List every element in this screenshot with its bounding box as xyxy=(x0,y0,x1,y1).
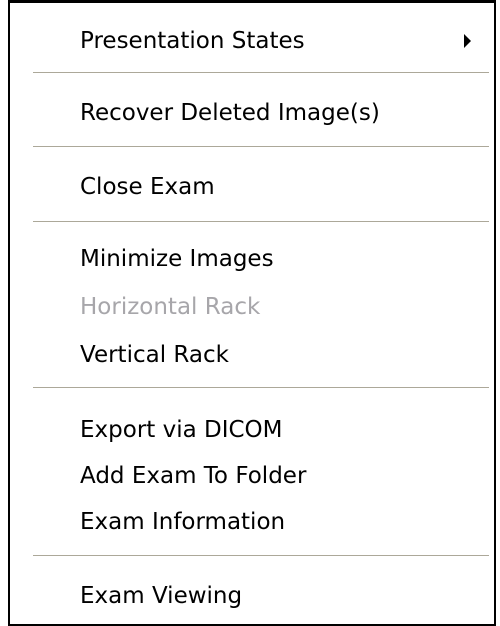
menu-item-label: Minimize Images xyxy=(80,246,274,272)
menu-item-label: Recover Deleted Image(s) xyxy=(80,100,380,126)
submenu-arrow-icon xyxy=(464,34,471,48)
menu-separator xyxy=(33,146,489,148)
menu-item-label: Add Exam To Folder xyxy=(80,463,307,489)
menu-separator xyxy=(33,72,489,74)
menu-item-label: Horizontal Rack xyxy=(80,294,261,320)
menu-item-label: Presentation States xyxy=(80,28,305,54)
menu-item-label: Export via DICOM xyxy=(80,417,283,443)
menu-separator xyxy=(33,221,489,223)
menu-item-exam-information[interactable]: Exam Information xyxy=(80,505,285,539)
menu-item-minimize-images[interactable]: Minimize Images xyxy=(80,242,274,276)
menu-item-vertical-rack[interactable]: Vertical Rack xyxy=(80,338,229,372)
menu-item-close-exam[interactable]: Close Exam xyxy=(80,170,215,204)
menu-separator xyxy=(33,555,489,557)
menu-item-label: Close Exam xyxy=(80,174,215,200)
menu-item-horizontal-rack: Horizontal Rack xyxy=(80,290,260,324)
menu-item-recover-deleted-images[interactable]: Recover Deleted Image(s) xyxy=(80,96,380,130)
menu-item-export-via-dicom[interactable]: Export via DICOM xyxy=(80,413,283,447)
menu-item-label[interactable]: Vertical Rack xyxy=(80,342,229,368)
menu-item-presentation-states[interactable]: Presentation States xyxy=(80,24,305,58)
menu-item-label: Exam Information xyxy=(80,509,286,535)
menu-separator xyxy=(33,387,489,389)
menu-item-label: Exam Viewing xyxy=(80,583,243,609)
context-menu: Presentation States Recover Deleted Imag… xyxy=(8,0,496,626)
menu-item-exam-viewing[interactable]: Exam Viewing xyxy=(80,579,242,613)
menu-item-add-exam-to-folder[interactable]: Add Exam To Folder xyxy=(80,459,306,493)
